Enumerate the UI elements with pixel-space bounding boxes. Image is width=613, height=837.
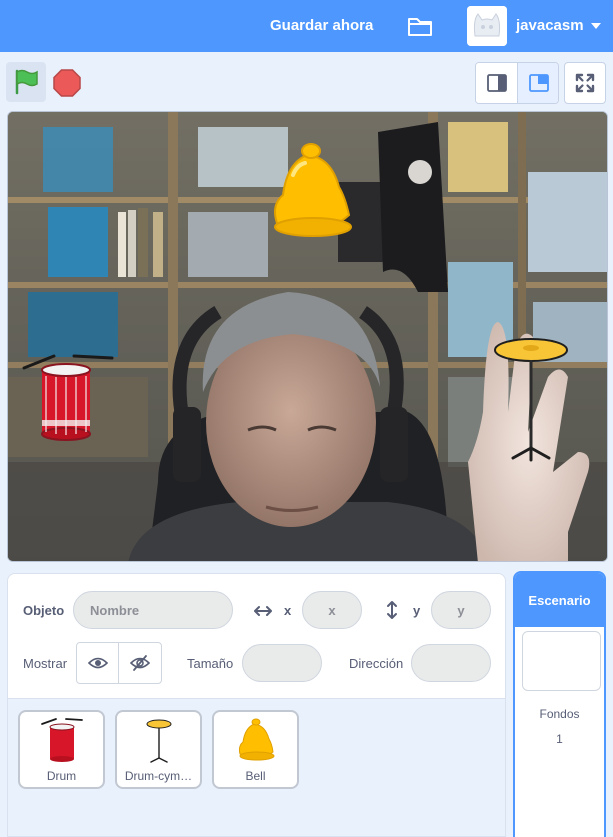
eye-icon: [87, 657, 108, 669]
direction-input[interactable]: [411, 644, 491, 682]
sprite-tile-drum[interactable]: Drum: [18, 710, 105, 789]
folder-icon[interactable]: [405, 12, 435, 40]
drum-sprite[interactable]: [22, 350, 114, 442]
green-flag-icon: [15, 69, 38, 95]
size-input[interactable]: [242, 644, 322, 682]
menu-bar: Guardar ahora javacasm: [0, 0, 613, 52]
green-flag-button[interactable]: [6, 62, 46, 102]
small-stage-icon: [487, 74, 507, 92]
sprite-tile-label: Drum: [46, 769, 77, 783]
caret-down-icon[interactable]: [590, 21, 602, 31]
visibility-toggle: [76, 642, 162, 684]
drum-thumbnail-icon: [41, 718, 83, 762]
show-label: Mostrar: [23, 656, 68, 671]
cat-avatar-icon: [467, 6, 507, 46]
size-label: Tamaño: [187, 656, 234, 671]
backdrops-label: Fondos: [539, 707, 580, 721]
stage-size-toggle: [475, 62, 559, 104]
sprite-list: Drum Drum-cym… Bell: [7, 699, 506, 837]
save-now-button[interactable]: Guardar ahora: [270, 17, 373, 34]
stage-controls: [0, 52, 613, 108]
stop-button[interactable]: [50, 62, 84, 102]
y-input[interactable]: y: [431, 591, 491, 629]
sprite-name-input[interactable]: Nombre: [73, 591, 233, 629]
y-arrows-icon: [387, 601, 397, 619]
sprite-tile-label: Drum-cym…: [124, 769, 193, 783]
sprite-tile-bell[interactable]: Bell: [212, 710, 299, 789]
fullscreen-button[interactable]: [564, 62, 606, 104]
drum-cymbal-sprite[interactable]: [491, 330, 571, 465]
sprite-label: Objeto: [23, 603, 65, 618]
direction-label: Dirección: [349, 656, 404, 671]
sprite-info-panel: Objeto Nombre x x y y Mostrar Tamaño Dir…: [7, 573, 506, 699]
x-label: x: [284, 603, 292, 618]
small-stage-button[interactable]: [476, 63, 518, 103]
normal-stage-icon: [529, 74, 549, 92]
x-arrows-icon: [254, 606, 272, 616]
sprite-tile-drum-cymbal[interactable]: Drum-cym…: [115, 710, 202, 789]
backdrops-count: 1: [556, 732, 563, 746]
normal-stage-button[interactable]: [518, 63, 558, 103]
y-label: y: [413, 603, 421, 618]
hide-button[interactable]: [119, 643, 161, 683]
stop-icon: [53, 69, 81, 97]
bell-sprite[interactable]: [263, 135, 358, 240]
cymbal-thumbnail-icon: [146, 719, 172, 763]
stage-target-panel[interactable]: Escenario Fondos 1: [513, 571, 606, 837]
x-input[interactable]: x: [302, 591, 362, 629]
bell-thumbnail-icon: [238, 718, 275, 761]
stage[interactable]: [7, 111, 608, 562]
user-avatar[interactable]: [467, 6, 507, 46]
eye-hidden-icon: [130, 655, 150, 671]
stage-panel-title: Escenario: [515, 573, 604, 627]
fullscreen-icon: [575, 73, 595, 93]
username[interactable]: javacasm: [516, 17, 584, 34]
backdrop-thumbnail[interactable]: [522, 631, 601, 691]
sprite-tile-label: Bell: [245, 769, 266, 783]
show-button[interactable]: [77, 643, 119, 683]
